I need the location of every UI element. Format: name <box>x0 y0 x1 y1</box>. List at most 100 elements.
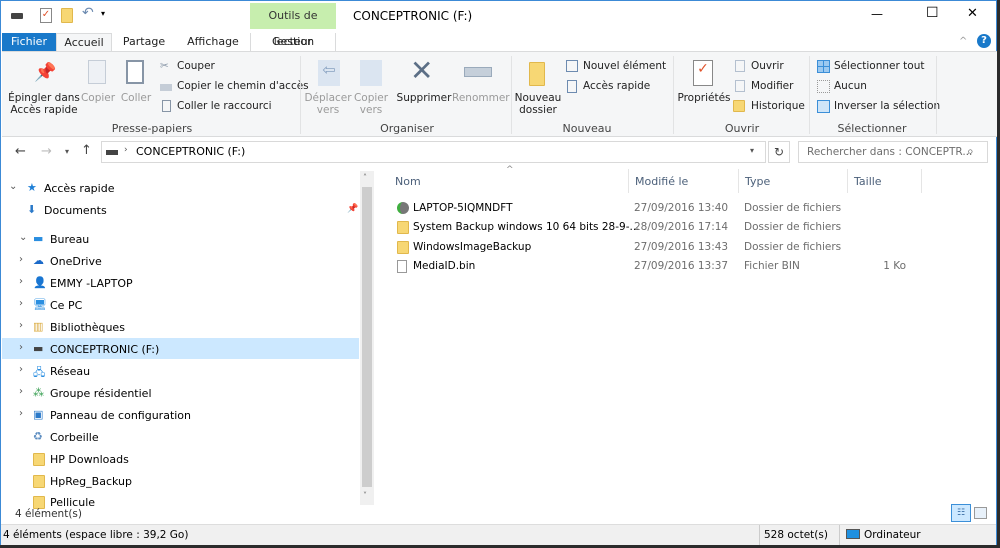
undo-icon[interactable]: ↶ <box>82 5 94 21</box>
tab-accueil[interactable]: Accueil <box>56 33 112 52</box>
nav-item-emmy-laptop[interactable]: › 👤 EMMY -LAPTOP <box>1 276 359 292</box>
tab-partage[interactable]: Partage <box>119 33 169 52</box>
rename-button[interactable]: Renommer <box>452 92 510 104</box>
copy-button[interactable]: Copier <box>80 92 116 104</box>
nav-item-documents[interactable]: ⬇ Documents <box>1 203 359 219</box>
details-view-button[interactable]: ☷ <box>951 504 971 522</box>
nav-item-hp-downloads[interactable]: HP Downloads <box>1 452 359 468</box>
open-button[interactable]: Ouvrir <box>751 60 784 72</box>
nav-item-acc-s-rapide[interactable]: ⌄ ★ Accès rapide <box>1 181 359 197</box>
close-button[interactable]: ✕ <box>967 6 978 21</box>
drive-icon <box>106 150 118 155</box>
maximize-button[interactable]: ☐ <box>926 5 939 21</box>
properties-qat-icon[interactable]: ✓ <box>40 8 52 23</box>
nav-scrollbar[interactable]: ˄ ˅ <box>360 171 374 505</box>
move-to-button[interactable]: Déplacer vers <box>304 92 352 116</box>
cut-button[interactable]: Couper <box>177 60 215 72</box>
expanded-chevron-icon[interactable]: ⌄ <box>9 181 17 192</box>
search-input[interactable]: Rechercher dans : CONCEPTR... <box>798 141 988 163</box>
column-header-name[interactable]: Nom <box>395 175 421 188</box>
nav-item-r-seau[interactable]: › 🖧 Réseau <box>1 364 359 380</box>
nav-item-conceptronic-f-[interactable]: › ▬ CONCEPTRONIC (F:) <box>1 342 359 358</box>
nav-item-label: Corbeille <box>50 431 99 444</box>
nav-item-label: Panneau de configuration <box>50 409 192 422</box>
tab-gestion[interactable]: Gestion <box>250 33 336 52</box>
tab-affichage[interactable]: Affichage <box>184 33 242 52</box>
explorer-window: ✓ ↶ ▾ Outils de lecteur CONCEPTRONIC (F:… <box>0 0 997 545</box>
file-size: 1 Ko <box>883 259 906 272</box>
file-row[interactable]: LAPTOP-5IQMNDFT 27/09/2016 13:40 Dossier d… <box>391 200 921 217</box>
nav-item-groupe-r-sidentiel[interactable]: › ⁂ Groupe résidentiel <box>1 386 359 402</box>
large-icons-view-button[interactable] <box>974 507 987 519</box>
nav-item-label: HpReg_Backup <box>50 475 132 488</box>
column-header-modified[interactable]: Modifié le <box>635 175 688 188</box>
select-none-icon <box>817 80 830 93</box>
address-bar[interactable]: › CONCEPTRONIC (F:) ▾ <box>101 141 766 163</box>
back-button[interactable]: ← <box>15 144 26 159</box>
expanded-chevron-icon[interactable]: ⌄ <box>19 232 27 243</box>
scroll-down-icon[interactable]: ˅ <box>363 491 367 500</box>
open-icon <box>735 60 745 72</box>
file-row[interactable]: WindowsImageBackup 27/09/2016 13:43 Dossie… <box>391 239 921 256</box>
invert-selection-button[interactable]: Inverser la sélection <box>834 100 940 112</box>
new-folder-button[interactable]: Nouveau dossier <box>514 92 562 116</box>
paste-button[interactable]: Coller <box>118 92 154 104</box>
edit-button[interactable]: Modifier <box>751 80 793 92</box>
nav-item-label: Accès rapide <box>44 182 115 195</box>
column-divider[interactable] <box>847 169 848 193</box>
nav-item-panneau-de-configuration[interactable]: › ▣ Panneau de configuration <box>1 408 359 424</box>
folder-icon <box>397 240 409 254</box>
breadcrumb-chevron-icon[interactable]: › <box>124 145 128 155</box>
nav-item-biblioth-ques[interactable]: › ▥ Bibliothèques <box>1 320 359 336</box>
refresh-button[interactable]: ↻ <box>768 141 790 163</box>
recent-locations-button[interactable]: ▾ <box>65 147 69 156</box>
easy-access-button[interactable]: Accès rapide <box>583 80 650 92</box>
collapse-ribbon-icon[interactable]: ^ <box>959 36 967 47</box>
select-none-button[interactable]: Aucun <box>834 80 867 92</box>
new-item-button[interactable]: Nouvel élément <box>583 60 666 72</box>
column-divider[interactable] <box>921 169 922 193</box>
breadcrumb-current[interactable]: CONCEPTRONIC (F:) <box>136 145 245 158</box>
separator <box>809 56 810 134</box>
new-folder-qat-icon[interactable] <box>61 8 73 23</box>
help-icon[interactable]: ? <box>977 34 991 48</box>
collapsed-chevron-icon[interactable]: › <box>19 298 23 309</box>
collapsed-chevron-icon[interactable]: › <box>19 386 23 397</box>
collapsed-chevron-icon[interactable]: › <box>19 342 23 353</box>
minimize-button[interactable]: — <box>871 7 883 21</box>
nav-item-onedrive[interactable]: › ☁ OneDrive <box>1 254 359 270</box>
customize-qat-icon[interactable]: ▾ <box>101 9 105 18</box>
file-row[interactable]: MediaID.bin 27/09/2016 13:37 Fichier BIN 1 … <box>391 258 921 275</box>
collapsed-chevron-icon[interactable]: › <box>19 408 23 419</box>
history-icon <box>733 100 745 112</box>
copy-to-button[interactable]: Copier vers <box>352 92 390 116</box>
scroll-up-icon[interactable]: ˄ <box>363 173 367 182</box>
tab-fichier[interactable]: Fichier <box>2 33 56 52</box>
column-header-size[interactable]: Taille <box>854 175 882 188</box>
paste-icon <box>126 60 144 84</box>
paste-shortcut-button[interactable]: Coller le raccourci <box>177 100 272 112</box>
nav-item-hpreg-backup[interactable]: HpReg_Backup <box>1 474 359 490</box>
collapsed-chevron-icon[interactable]: › <box>19 320 23 331</box>
delete-button[interactable]: Supprimer <box>396 92 452 104</box>
collapsed-chevron-icon[interactable]: › <box>19 364 23 375</box>
file-row[interactable]: System Backup windows 10 64 bits 28-9-..… <box>391 219 921 236</box>
copy-path-button[interactable]: Copier le chemin d'accès <box>177 80 309 92</box>
pin-quick-access-button[interactable]: Épingler dans Accès rapide <box>6 92 82 116</box>
nav-item-corbeille[interactable]: ♻ Corbeille <box>1 430 359 446</box>
column-divider[interactable] <box>628 169 629 193</box>
address-dropdown-icon[interactable]: ▾ <box>750 146 754 155</box>
up-button[interactable]: ↑ <box>81 143 92 158</box>
nav-item-ce-pc[interactable]: › 🖥 Ce PC <box>1 298 359 314</box>
select-all-button[interactable]: Sélectionner tout <box>834 60 924 72</box>
forward-button[interactable]: → <box>41 144 52 159</box>
properties-button[interactable]: Propriétés <box>676 92 732 104</box>
collapsed-chevron-icon[interactable]: › <box>19 276 23 287</box>
collapsed-chevron-icon[interactable]: › <box>19 254 23 265</box>
column-header-type[interactable]: Type <box>745 175 770 188</box>
scroll-thumb[interactable] <box>362 187 372 487</box>
nav-item-bureau[interactable]: ⌄ ▬ Bureau <box>1 232 359 248</box>
nav-item-label: Bureau <box>50 233 90 246</box>
column-divider[interactable] <box>738 169 739 193</box>
history-button[interactable]: Historique <box>751 100 805 112</box>
